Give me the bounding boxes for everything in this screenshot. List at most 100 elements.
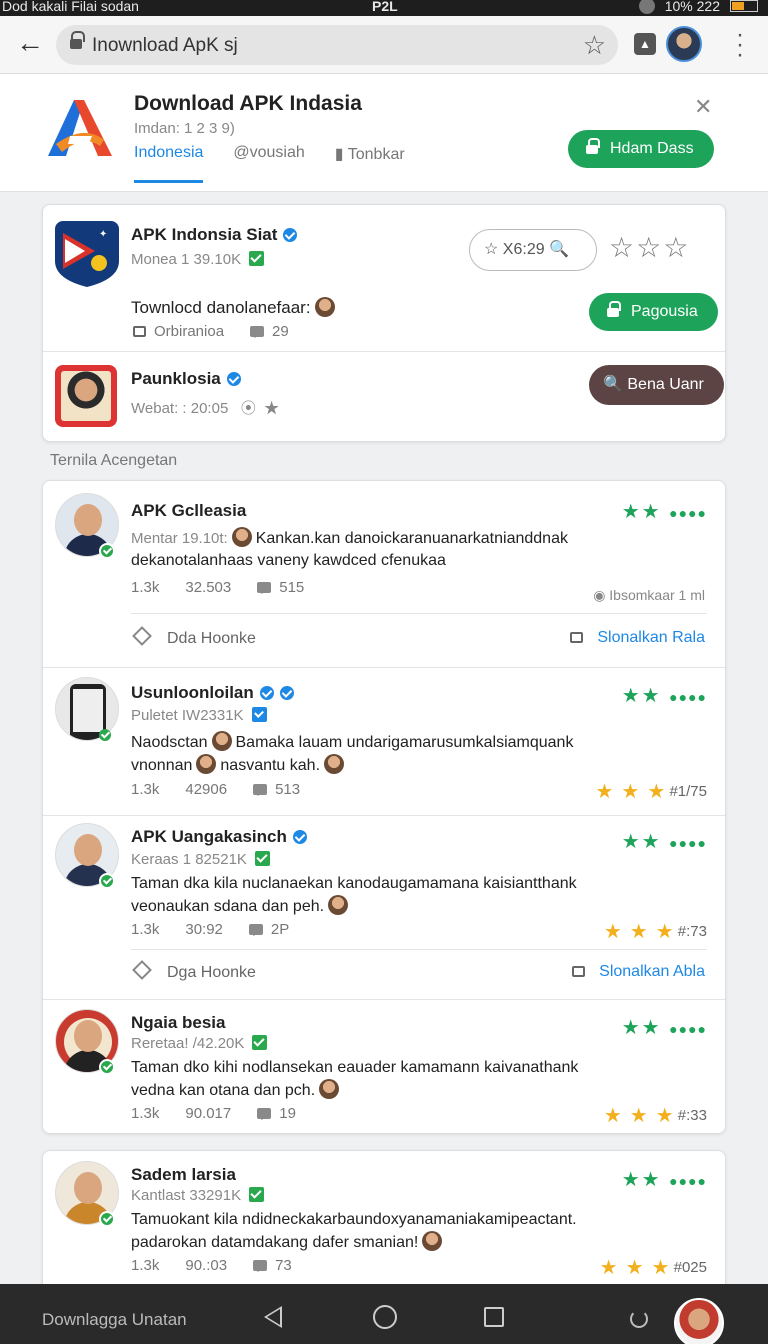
tab-tonbkar[interactable]: ▮ Tonbkar (335, 144, 405, 183)
second-meta: Webat: : 20:05 ⦿ ★ (131, 397, 279, 418)
comment-count: 515 (279, 579, 305, 596)
verified-icon (226, 372, 241, 386)
post-text-d: nasvantu kah. (220, 757, 321, 774)
gold-rating: ★ ★ ★ #:33 (603, 1105, 707, 1127)
tab-vousiah[interactable]: @vousiah (233, 144, 304, 183)
rating-stars-outline[interactable]: ☆☆☆ (609, 231, 690, 264)
app-icon-paunklosia[interactable] (55, 365, 117, 427)
close-icon[interactable]: ✕ (694, 94, 712, 120)
page-subtitle: Imdan: 1 2 3 9) (134, 120, 235, 137)
menu-dots-icon[interactable]: · · · (732, 23, 748, 67)
comments: 515 (257, 579, 304, 596)
action-left-label: Dda Hoonke (167, 630, 256, 647)
lock-icon (607, 301, 621, 319)
rating-stars: ★★ ●●●● (621, 1017, 707, 1039)
user-face-icon (422, 1231, 443, 1251)
bookmark-star-icon[interactable]: ☆ (583, 30, 606, 61)
org-item: Orbiranioa (133, 323, 224, 340)
action-right-label: Slonalkan Abla (599, 963, 705, 980)
diamond-icon (132, 960, 152, 980)
post-text-line1: Kankan.kan danoickaranuanarkatnianddnak (255, 530, 568, 547)
image-icon[interactable]: ▲ (634, 33, 656, 55)
post-author-text: APK Uangakasinch (131, 827, 287, 846)
save-icon (570, 632, 584, 643)
header-action-button[interactable]: Hdam Dass (568, 130, 714, 168)
comment-count: 19 (279, 1105, 296, 1122)
online-dot-icon (99, 729, 111, 741)
star-icon: ★ (264, 400, 280, 417)
verified-icon (283, 228, 298, 242)
search-chip-text: X6:29 (502, 241, 545, 258)
nav-home-icon[interactable] (373, 1305, 397, 1329)
section-title: Ternila Acengetan (50, 452, 178, 469)
second-title[interactable]: Paunklosia (131, 369, 241, 389)
nav-avatar[interactable] (674, 1298, 724, 1344)
tag-icon: ⦿ (240, 400, 256, 417)
battery-icon (730, 0, 758, 12)
stat-views: 1.3k (131, 921, 160, 938)
post-text-line1: Tamuokant kila ndidneckakarbaundoxyanama… (131, 1211, 577, 1228)
featured-title[interactable]: APK Indonsia Siat (131, 225, 298, 245)
nav-label[interactable]: Downlagga Unatan (42, 1310, 187, 1330)
post-info-text: Ibsomkaar 1 ml (609, 587, 705, 603)
rating-value: #:33 (677, 1107, 707, 1124)
user-face-icon (319, 1079, 340, 1099)
nav-back-icon[interactable] (264, 1306, 282, 1328)
post-text-b: Bamaka lauam undarigamarusumkalsiamquank (235, 734, 574, 751)
nav-recents-icon[interactable] (484, 1307, 504, 1327)
post-author[interactable]: APK Uangakasinch (131, 827, 307, 847)
rating-value: #:73 (677, 923, 707, 940)
divider (43, 815, 725, 816)
posts-card: APK Gclleasia ★★ ●●●● Mentar 19.10t: Kank… (42, 480, 726, 1134)
featured-card: ✦ APK Indonsia Siat Monea 1 39.10K ☆ X6:… (42, 204, 726, 442)
action-right-label: Slonalkan Rala (597, 629, 705, 646)
post-meta: Reretaa! /42.20K (131, 1035, 268, 1052)
tab-indonesia[interactable]: Indonesia (134, 144, 204, 183)
search-chip[interactable]: ☆ X6:29 🔍 (469, 229, 597, 271)
slonalkan-abla-action[interactable]: Slonalkan Abla (572, 963, 705, 981)
second-meta-text: Webat: : 20:05 (131, 400, 229, 417)
app-logo (48, 100, 112, 156)
post-author[interactable]: APK Gclleasia (131, 501, 246, 521)
dga-hoonke-action[interactable]: Dga Hoonke (132, 960, 256, 982)
post-info: ◉ Ibsomkaar 1 ml (593, 587, 705, 603)
slonalkan-rala-action[interactable]: Slonalkan Rala (570, 629, 705, 647)
rating-value: #1/75 (669, 783, 707, 800)
lock-icon (70, 31, 85, 50)
gold-rating: ★ ★ ★ #1/75 (595, 781, 707, 803)
online-badge-icon (99, 873, 115, 889)
post-author[interactable]: Usunloonloilan (131, 683, 294, 703)
save-icon (572, 966, 586, 977)
app-icon-indonesia-siat[interactable]: ✦ (55, 221, 119, 287)
comments-item: 29 (250, 323, 289, 340)
status-bar: Dod kakali Filai sodan P2L 10% 222 (0, 0, 768, 16)
pagousia-button[interactable]: Pagousia (589, 293, 718, 331)
comment-icon (250, 326, 265, 338)
featured-stats: Orbiranioa 29 (133, 323, 289, 340)
check-icon (249, 1187, 265, 1202)
user-face-icon (328, 895, 349, 915)
dda-hoonke-action[interactable]: Dda Hoonke (132, 626, 256, 648)
post-author[interactable]: Ngaia besia (131, 1013, 226, 1033)
post-meta-text: Keraas 1 82521K (131, 851, 247, 868)
featured-tagline-text: Townlocd danolanefaar: (131, 298, 311, 317)
post-text-line2: veonaukan sdana dan peh. (131, 898, 325, 915)
address-bar[interactable]: Inownload ApK sj ☆ (56, 25, 618, 65)
sync-icon[interactable] (630, 1310, 648, 1328)
divider (43, 999, 725, 1000)
image-icon (133, 326, 146, 337)
back-arrow-icon[interactable]: ← (14, 28, 46, 60)
stat-downloads: 30:92 (185, 921, 223, 938)
stat-views: 1.3k (131, 1257, 160, 1274)
page-title: Download APK Indasia (134, 92, 362, 115)
lock-icon (586, 138, 600, 156)
featured-meta: Monea 1 39.10K (131, 251, 265, 268)
pagousia-label: Pagousia (631, 303, 698, 320)
post-text-line2: dekanotalanhaas vaneny kawdced cfenukaa (131, 552, 446, 569)
comment-count: 2P (270, 921, 290, 938)
rating-stars: ★★ ●●●● (621, 501, 707, 523)
profile-avatar[interactable] (666, 26, 702, 62)
bena-uanr-button[interactable]: 🔍 Bena Uanr (589, 365, 724, 405)
post-author[interactable]: Sadem larsia (131, 1165, 236, 1185)
post-stats: 1.3k 32.503 515 (131, 579, 304, 596)
